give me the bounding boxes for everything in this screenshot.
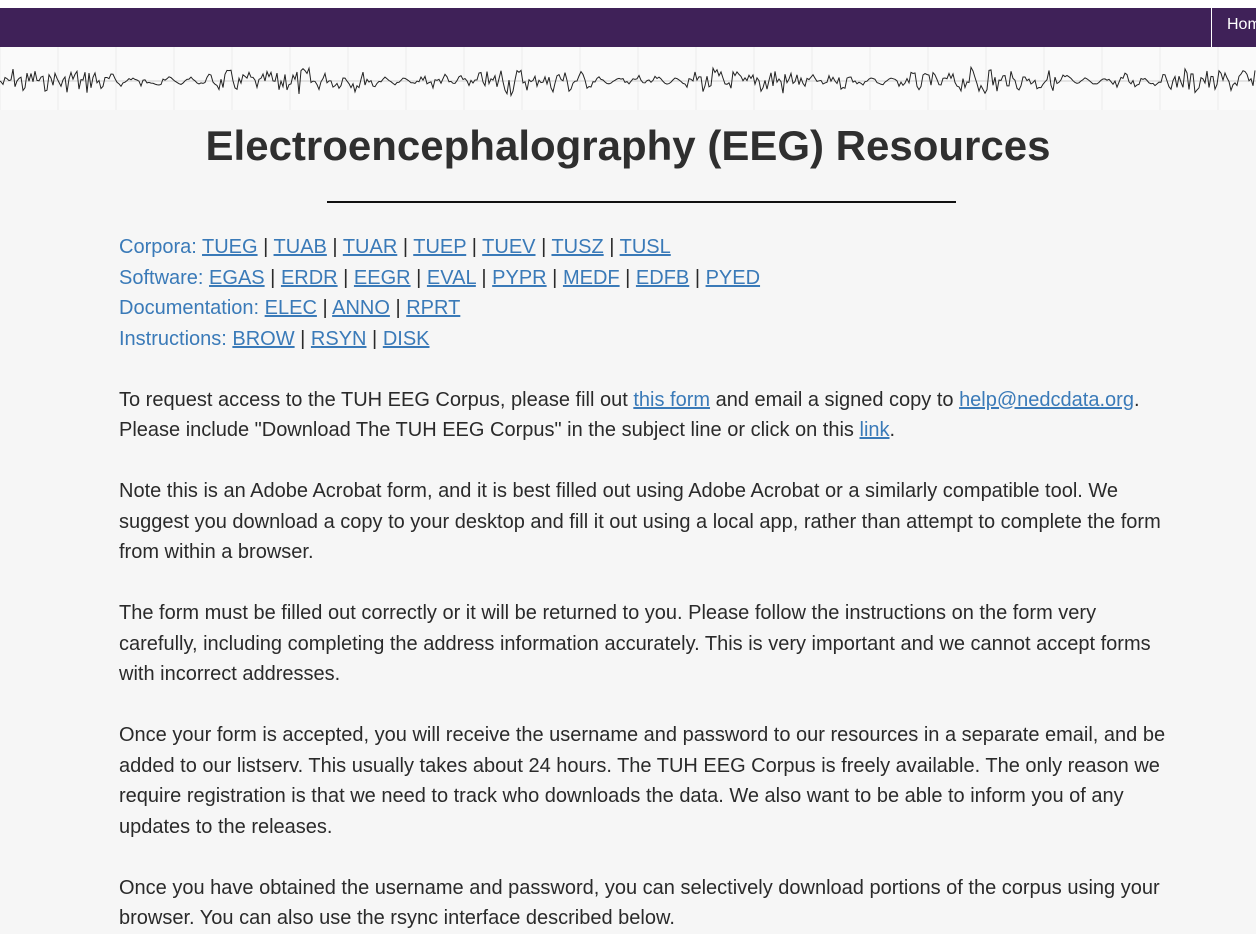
link-separator: | [294,327,311,350]
eeg-waveform-banner [0,47,1256,110]
link-separator: | [366,327,383,350]
link-separator: | [603,236,620,258]
resource-line-label: Software: [119,266,204,289]
acrobat-note-paragraph: Note this is an Adobe Acrobat form, and … [119,480,1161,563]
form-instructions-paragraph: The form must be filled out correctly or… [119,602,1151,685]
resource-link[interactable]: TUAB [274,236,327,258]
title-divider [327,201,956,203]
resource-link[interactable]: DISK [383,328,430,350]
resource-link[interactable]: MEDF [563,267,620,289]
link-separator: | [397,236,414,258]
top-strip [0,0,1256,8]
resource-link[interactable]: ANNO [332,297,390,319]
link-separator: | [466,236,483,258]
request-link[interactable]: link [860,419,890,441]
resource-link[interactable]: BROW [232,328,294,350]
resource-link[interactable]: PYED [706,267,760,289]
resource-link[interactable]: EDFB [636,267,689,289]
access-paragraph: To request access to the TUH EEG Corpus,… [119,385,1179,446]
resource-link[interactable]: RSYN [311,328,367,350]
link-separator: | [535,236,552,258]
registration-paragraph: Once your form is accepted, you will rec… [119,724,1166,838]
link-separator: | [264,266,281,289]
link-separator: | [619,266,636,289]
link-separator: | [337,266,354,289]
resource-line: Software: EGAS | ERDR | EEGR | EVAL | PY… [119,263,1179,294]
resource-link[interactable]: ERDR [281,267,338,289]
resource-link[interactable]: TUSZ [551,236,603,258]
this-form-link[interactable]: this form [633,389,710,411]
link-separator: | [389,297,407,319]
download-paragraph: Once you have obtained the username and … [119,876,1160,930]
access-text-1: To request access to the TUH EEG Corpus,… [119,388,634,411]
resource-link[interactable]: EGAS [209,267,265,289]
resource-link[interactable]: RPRT [406,297,460,319]
resource-link[interactable]: TUEG [202,236,258,258]
link-separator: | [410,266,427,289]
resource-line-label: Instructions: [119,327,227,350]
resource-line: Corpora: TUEG | TUAB | TUAR | TUEP | TUE… [119,232,1179,263]
resource-nav: Corpora: TUEG | TUAB | TUAR | TUEP | TUE… [119,232,1179,354]
resource-link[interactable]: PYPR [492,267,546,289]
main-content: Corpora: TUEG | TUAB | TUAR | TUEP | TUE… [119,232,1179,934]
resource-line-label: Corpora: [119,236,197,258]
resource-link[interactable]: TUAR [343,236,397,258]
link-separator: | [257,236,274,258]
access-text-2: and email a signed copy to [710,388,960,411]
navbar: Home [0,8,1256,47]
resource-line: Documentation: ELEC | ANNO | RPRT [119,293,1179,324]
resource-link[interactable]: TUSL [620,236,671,258]
access-text-4: . [889,419,896,441]
resource-link[interactable]: TUEV [482,236,535,258]
eeg-waveform-graphic [0,47,1256,110]
link-separator: | [475,266,493,289]
link-separator: | [316,297,333,319]
resource-link[interactable]: TUEP [413,236,466,258]
resource-link[interactable]: EVAL [427,267,476,289]
link-separator: | [689,266,706,289]
help-email-link[interactable]: help@nedcdata.org [959,389,1134,411]
page-title: Electroencephalography (EEG) Resources [205,122,1051,169]
resource-link[interactable]: ELEC [265,297,317,319]
link-separator: | [546,266,563,289]
resource-link[interactable]: EEGR [354,267,411,289]
nav-home-link[interactable]: Home [1211,8,1256,47]
resource-line-label: Documentation: [119,297,260,319]
resource-line: Instructions: BROW | RSYN | DISK [119,324,1179,355]
link-separator: | [326,236,343,258]
